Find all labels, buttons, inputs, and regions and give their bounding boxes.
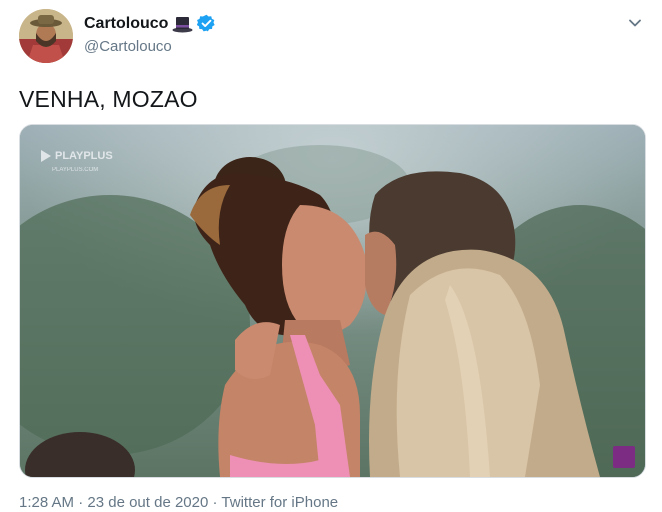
channel-badge-icon	[613, 446, 635, 468]
tweet-media-image[interactable]: PLAYPLUS PLAYPLUS.COM	[19, 124, 646, 478]
tweet-source[interactable]: Twitter for iPhone	[221, 494, 338, 511]
tweet-time[interactable]: 1:28 AM	[19, 494, 74, 511]
display-name-row: Cartolouco	[84, 14, 216, 33]
tweet-text: VENHA, MOZAO	[19, 86, 198, 112]
play-icon	[41, 150, 51, 162]
avatar[interactable]	[19, 9, 73, 63]
tweet-header: Cartolouco @Cartolouco	[0, 0, 662, 72]
meta-separator: ·	[74, 494, 88, 511]
verified-badge-icon	[197, 14, 216, 33]
logo-subtext: PLAYPLUS.COM	[52, 167, 99, 173]
user-handle[interactable]: @Cartolouco	[84, 38, 172, 55]
display-name[interactable]: Cartolouco	[84, 15, 168, 33]
top-hat-icon	[172, 15, 193, 33]
tweet-date[interactable]: 23 de out de 2020	[87, 494, 208, 511]
chevron-down-icon[interactable]	[626, 14, 644, 32]
playplus-logo: PLAYPLUS	[40, 149, 113, 163]
logo-text: PLAYPLUS	[55, 150, 113, 162]
tweet-meta: 1:28 AM · 23 de out de 2020 · Twitter fo…	[19, 494, 338, 511]
meta-separator: ·	[208, 494, 222, 511]
